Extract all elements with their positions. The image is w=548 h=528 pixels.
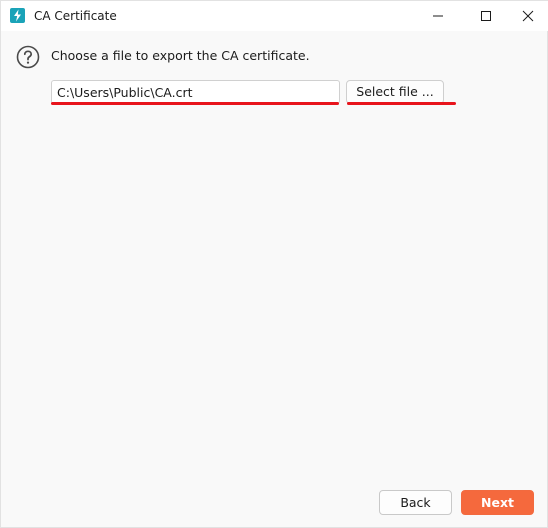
- close-icon: [522, 10, 534, 22]
- minimize-icon: [433, 15, 443, 17]
- select-file-button[interactable]: Select file ...: [346, 80, 444, 104]
- highlight-underline-select: [347, 102, 456, 105]
- next-button[interactable]: Next: [461, 490, 534, 515]
- title-bar[interactable]: CA Certificate: [1, 1, 548, 31]
- highlight-underline-path: [51, 102, 339, 105]
- lightning-icon: [10, 8, 25, 23]
- window-title: CA Certificate: [34, 9, 117, 23]
- question-circle-icon: [16, 45, 40, 69]
- instruction-text: Choose a file to export the CA certifica…: [51, 48, 310, 63]
- minimize-button[interactable]: [416, 1, 460, 31]
- close-button[interactable]: [506, 1, 548, 31]
- file-path-input[interactable]: [51, 80, 340, 104]
- maximize-icon: [481, 11, 491, 21]
- maximize-button[interactable]: [464, 1, 508, 31]
- back-button[interactable]: Back: [379, 490, 452, 515]
- ca-certificate-dialog: CA Certificate Choose a file to export t…: [0, 0, 548, 528]
